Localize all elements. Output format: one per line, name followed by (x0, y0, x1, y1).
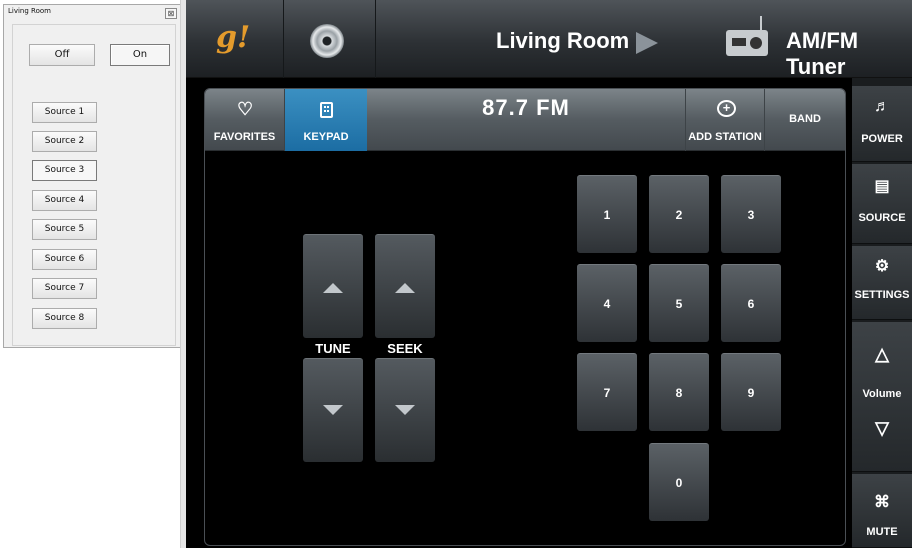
remote-icon: ▤ (874, 178, 890, 195)
source-4-button[interactable]: Source 4 (32, 190, 97, 211)
tune-up-icon (323, 283, 343, 293)
volume-down-icon[interactable]: ▽ (852, 418, 912, 439)
dialog-body: Off On Source 1 Source 2 Source 3 Source… (12, 24, 176, 346)
on-button[interactable]: On (110, 44, 170, 66)
tune-down-button[interactable] (303, 358, 363, 462)
keypad-7-button[interactable]: 7 (577, 353, 637, 431)
tuner-app: g! Living Room AM/FM Tuner ♡ FAVORITES K… (186, 0, 912, 548)
tab-favorites-label: FAVORITES (213, 131, 276, 143)
keypad-5-button[interactable]: 5 (649, 264, 709, 342)
disc-icon (310, 24, 344, 58)
source-7-button[interactable]: Source 7 (32, 278, 97, 299)
seek-label: SEEK (387, 341, 423, 356)
mute-icon: ⌘ (874, 494, 890, 511)
tuner-toolbar: ♡ FAVORITES KEYPAD 87.7 FM + ADD STATION (205, 89, 845, 151)
volume-up-icon[interactable]: △ (852, 344, 912, 365)
keypad-3-button[interactable]: 3 (721, 175, 781, 253)
dialog-title: Living Room (8, 7, 51, 15)
source-name: AM/FM Tuner (786, 28, 859, 79)
music-note-icon: ♬ (874, 98, 890, 115)
add-station-button[interactable]: + ADD STATION (685, 89, 765, 151)
keypad-8-button[interactable]: 8 (649, 353, 709, 431)
source-8-button[interactable]: Source 8 (32, 308, 97, 329)
source-6-button[interactable]: Source 6 (32, 249, 97, 270)
close-icon[interactable]: ⊠ (165, 8, 177, 19)
off-button[interactable]: Off (29, 44, 95, 66)
seek-down-button[interactable] (375, 358, 435, 462)
source-5-button[interactable]: Source 5 (32, 219, 97, 240)
tune-up-button[interactable] (303, 234, 363, 338)
play-arrow-icon[interactable] (636, 32, 658, 54)
keypad-4-button[interactable]: 4 (577, 264, 637, 342)
seek-up-icon (395, 283, 415, 293)
media-button[interactable] (284, 0, 376, 78)
keypad-0-button[interactable]: 0 (649, 443, 709, 521)
power-button[interactable]: ♬ POWER (852, 86, 912, 162)
keypad-6-button[interactable]: 6 (721, 264, 781, 342)
power-label: POWER (861, 133, 903, 145)
settings-button[interactable]: ⚙ SETTINGS (852, 246, 912, 320)
volume-label: Volume (862, 388, 902, 400)
add-station-label: ADD STATION (688, 131, 762, 143)
mute-label: MUTE (866, 526, 898, 538)
frequency-display: 87.7 FM (482, 95, 570, 120)
seek-up-button[interactable] (375, 234, 435, 338)
radio-icon (726, 30, 768, 56)
keypad-1-button[interactable]: 1 (577, 175, 637, 253)
band-label: BAND (789, 113, 821, 125)
gear-icon: ⚙ (874, 258, 890, 275)
tuner-panel: ♡ FAVORITES KEYPAD 87.7 FM + ADD STATION (204, 88, 846, 546)
top-bar: g! Living Room AM/FM Tuner (186, 0, 912, 79)
tab-keypad-label: KEYPAD (303, 131, 349, 143)
source-3-button[interactable]: Source 3 (32, 160, 97, 181)
living-room-dialog: Living Room ⊠ Off On Source 1 Source 2 S… (0, 0, 186, 548)
tab-keypad[interactable]: KEYPAD (285, 89, 367, 151)
logo: g! (216, 20, 251, 55)
seek-down-icon (395, 405, 415, 415)
settings-label: SETTINGS (854, 289, 910, 301)
side-controls: ♬ POWER ▤ SOURCE ⚙ SETTINGS △ Volume ▽ ⌘… (852, 78, 912, 548)
dialog-frame: Living Room ⊠ Off On Source 1 Source 2 S… (3, 4, 182, 348)
source-1-button[interactable]: Source 1 (32, 102, 97, 123)
mute-button[interactable]: ⌘ MUTE (852, 474, 912, 548)
keypad-9-button[interactable]: 9 (721, 353, 781, 431)
band-button[interactable]: BAND (765, 89, 845, 151)
keypad-2-button[interactable]: 2 (649, 175, 709, 253)
source-button[interactable]: ▤ SOURCE (852, 164, 912, 244)
room-name[interactable]: Living Room (496, 28, 629, 54)
source-label: SOURCE (858, 212, 906, 224)
volume-control: △ Volume ▽ (852, 322, 912, 472)
radio-antenna (760, 16, 762, 31)
tune-label: TUNE (315, 341, 351, 356)
add-heart-icon: + (717, 100, 736, 117)
tune-down-icon (323, 405, 343, 415)
source-2-button[interactable]: Source 2 (32, 131, 97, 152)
keypad-icon (320, 102, 333, 118)
logo-button[interactable]: g! (186, 0, 284, 78)
tab-favorites[interactable]: ♡ FAVORITES (205, 89, 285, 151)
heart-icon: ♡ (237, 99, 254, 119)
